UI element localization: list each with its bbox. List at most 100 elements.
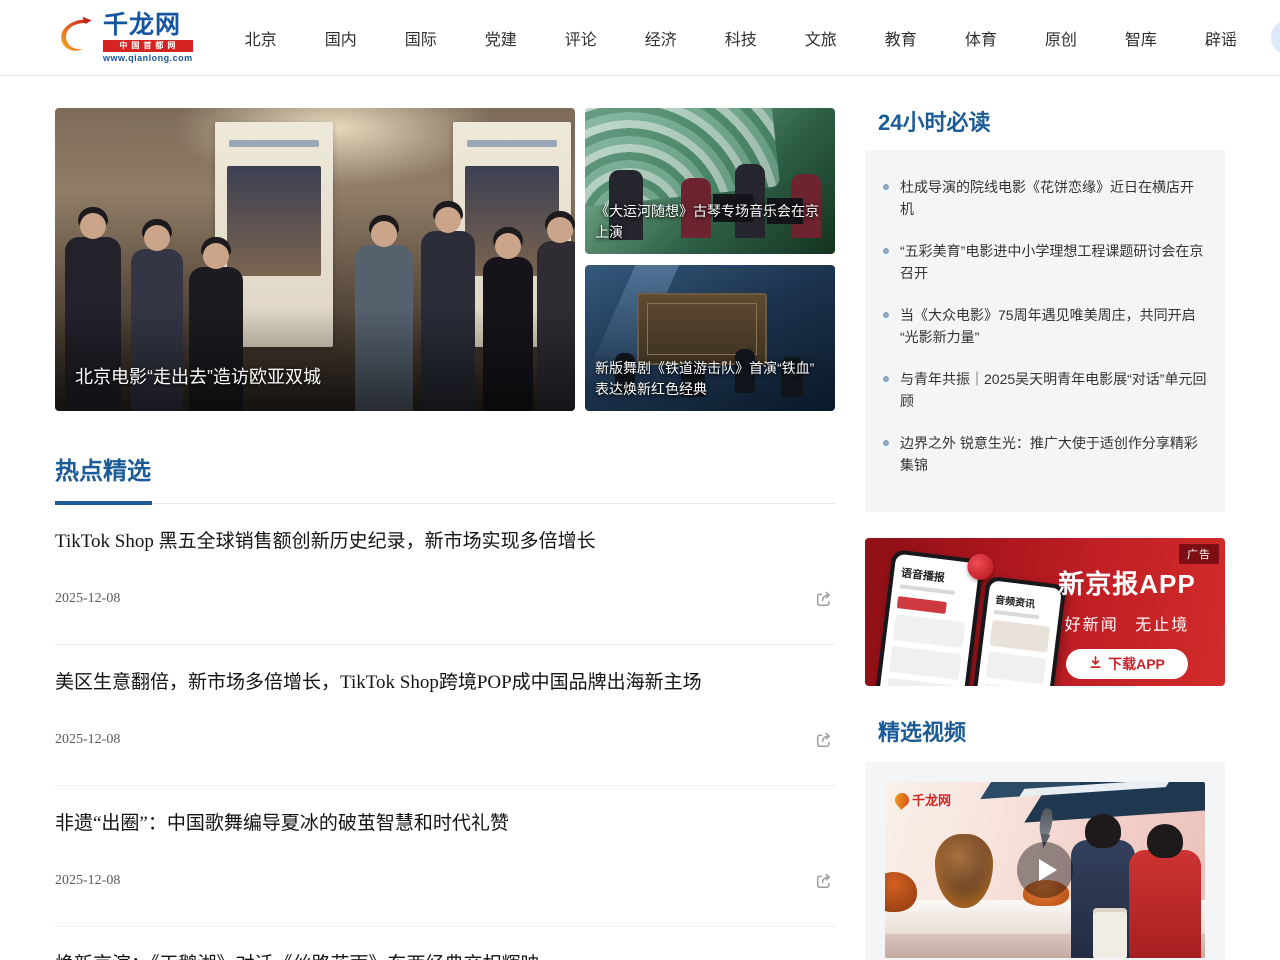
figure-silhouette <box>1129 850 1201 958</box>
nav-item-original[interactable]: 原创 <box>1029 18 1093 58</box>
must-read-item[interactable]: 当《大众电影》75周年遇见唯美周庄，共同开启“光影新力量” <box>883 304 1207 348</box>
must-read-item[interactable]: 与青年共振｜2025吴天明青年电影展“对话”单元回顾 <box>883 368 1207 412</box>
nav-item-domestic[interactable]: 国内 <box>309 18 373 58</box>
nav-item-economy[interactable]: 经济 <box>629 18 693 58</box>
news-row[interactable]: 美区生意翻倍，新市场多倍增长，TikTok Shop跨境POP成中国品牌出海新主… <box>55 645 835 786</box>
must-read-text: 边界之外 锐意生光：推广大使于适创作分享精彩集锦 <box>900 432 1207 476</box>
bullet-dot-icon <box>883 312 889 318</box>
sidebar: 24小时必读 杜成导演的院线电影《花饼恋缘》近日在横店开机 “五彩美育”电影进中… <box>865 108 1225 960</box>
ad-tag-label: 广告 <box>1179 544 1219 564</box>
hot-picks-section: 热点精选 TikTok Shop 黑五全球销售额创新历史纪录，新市场实现多倍增长… <box>55 457 835 960</box>
nav-item-culture-travel[interactable]: 文旅 <box>789 18 853 58</box>
nav-item-education[interactable]: 教育 <box>869 18 933 58</box>
must-read-item[interactable]: 杜成导演的院线电影《花饼恋缘》近日在横店开机 <box>883 176 1207 220</box>
nav-item-international[interactable]: 国际 <box>389 18 453 58</box>
logo-subtitle: 中国首都网 <box>103 40 193 52</box>
more-button[interactable]: 更多+ <box>1271 20 1280 55</box>
video-panel: 千龙网 <box>865 762 1225 960</box>
nav-item-sports[interactable]: 体育 <box>949 18 1013 58</box>
must-read-list: 杜成导演的院线电影《花饼恋缘》近日在横店开机 “五彩美育”电影进中小学理想工程课… <box>865 150 1225 512</box>
decor <box>227 166 321 276</box>
decor-phone-screen: 语音播报 <box>874 554 980 686</box>
decor <box>893 614 966 648</box>
nav-item-party[interactable]: 党建 <box>469 18 533 58</box>
dragon-logo-icon <box>55 14 99 61</box>
decor-tote-bag <box>1093 908 1127 958</box>
decor <box>467 140 557 147</box>
news-title[interactable]: 美区生意翻倍，新市场多倍增长，TikTok Shop跨境POP成中国品牌出海新主… <box>55 669 835 697</box>
thumb-caption: 《大运河随想》古琴专场音乐会在京上演 <box>585 171 835 254</box>
news-title[interactable]: TikTok Shop 黑五全球销售额创新历史纪录，新市场实现多倍增长 <box>55 528 835 556</box>
decor <box>993 610 1040 620</box>
top-nav-bar: 千龙网 中国首都网 www.qianlong.com 北京 国内 国际 党建 评… <box>0 0 1280 76</box>
nav-item-beijing[interactable]: 北京 <box>229 18 293 58</box>
video-thumbnail[interactable]: 千龙网 <box>885 782 1205 958</box>
news-date: 2025-12-08 <box>55 732 120 748</box>
site-logo[interactable]: 千龙网 中国首都网 www.qianlong.com <box>55 13 193 63</box>
download-app-button[interactable]: 下载APP <box>1066 649 1188 679</box>
news-date: 2025-12-08 <box>55 591 120 607</box>
main-column: 北京电影“走出去”造访欧亚双城 《大运河随想》古琴专场音乐会在京上演 <box>55 108 835 960</box>
bullet-dot-icon <box>883 376 889 382</box>
must-read-item[interactable]: “五彩美育”电影进中小学理想工程课题研讨会在京召开 <box>883 240 1207 284</box>
decor-phone-mockup: 语音播报 <box>870 549 984 686</box>
share-button[interactable] <box>813 870 835 892</box>
hero-main-image[interactable]: 北京电影“走出去”造访欧亚双城 <box>55 108 575 411</box>
phone-app-title: 音频资讯 <box>994 591 1053 613</box>
main-nav: 北京 国内 国际 党建 评论 经济 科技 文旅 教育 体育 原创 智库 辟谣 更… <box>221 18 1280 58</box>
download-button-label: 下载APP <box>1108 654 1165 674</box>
must-read-item[interactable]: 边界之外 锐意生光：推广大使于适创作分享精彩集锦 <box>883 432 1207 476</box>
section-title-hot-picks: 热点精选 <box>55 457 835 487</box>
section-title-must-read: 24小时必读 <box>878 110 1225 136</box>
must-read-text: 当《大众电影》75周年遇见唯美周庄，共同开启“光影新力量” <box>900 304 1207 348</box>
logo-title: 千龙网 <box>103 13 193 38</box>
share-button[interactable] <box>813 729 835 751</box>
hero-side-image-concert[interactable]: 《大运河随想》古琴专场音乐会在京上演 <box>585 108 835 254</box>
dragon-logo-icon <box>892 790 912 810</box>
decor <box>897 596 947 614</box>
nav-item-comment[interactable]: 评论 <box>549 18 613 58</box>
hero-caption: 北京电影“走出去”造访欧亚双城 <box>55 307 575 411</box>
thumb-caption: 新版舞剧《铁道游击队》首演“铁血”表达焕新红色经典 <box>585 328 835 411</box>
decor <box>889 646 962 680</box>
logo-text: 千龙网 中国首都网 www.qianlong.com <box>103 13 193 63</box>
decor <box>982 683 1043 686</box>
nav-item-tech[interactable]: 科技 <box>709 18 773 58</box>
play-icon <box>1039 859 1057 881</box>
news-meta: 2025-12-08 <box>55 588 835 610</box>
news-meta: 2025-12-08 <box>55 870 835 892</box>
nav-item-thinktank[interactable]: 智库 <box>1109 18 1173 58</box>
hero-side-image-drama[interactable]: 新版舞剧《铁道游击队》首演“铁血”表达焕新红色经典 <box>585 265 835 411</box>
bullet-dot-icon <box>883 248 889 254</box>
ad-text-block: 新京报APP 好新闻 无止境 下载APP <box>1049 564 1205 679</box>
news-title[interactable]: 焕新京演：《天鹅湖》对话《丝路花雨》东西经典交相辉映 <box>55 951 835 960</box>
bullet-dot-icon <box>883 184 889 190</box>
news-row[interactable]: TikTok Shop 黑五全球销售额创新历史纪录，新市场实现多倍增长 2025… <box>55 504 835 645</box>
ad-app-name: 新京报APP <box>1049 564 1205 601</box>
video-watermark: 千龙网 <box>895 790 951 809</box>
news-row[interactable]: 非遗“出圈”：中国歌舞编导夏冰的破茧智慧和时代礼赞 2025-12-08 <box>55 786 835 927</box>
ad-slogan: 好新闻 无止境 <box>1049 611 1205 635</box>
decor-pottery <box>935 834 993 908</box>
must-read-text: 与青年共振｜2025吴天明青年电影展“对话”单元回顾 <box>900 368 1207 412</box>
play-button[interactable] <box>1017 842 1073 898</box>
nav-item-rumor[interactable]: 辟谣 <box>1189 18 1253 58</box>
page-body: 北京电影“走出去”造访欧亚双城 《大运河随想》古琴专场音乐会在京上演 <box>0 76 1280 960</box>
share-button[interactable] <box>813 588 835 610</box>
decor <box>990 620 1051 653</box>
news-row[interactable]: 焕新京演：《天鹅湖》对话《丝路花雨》东西经典交相辉映 2025-12-08 <box>55 927 835 960</box>
section-divider <box>55 503 835 504</box>
decor <box>229 140 319 147</box>
news-title[interactable]: 非遗“出圈”：中国歌舞编导夏冰的破茧智慧和时代礼赞 <box>55 810 835 838</box>
section-title-videos: 精选视频 <box>878 720 1225 746</box>
logo-url: www.qianlong.com <box>103 54 193 63</box>
news-date: 2025-12-08 <box>55 873 120 889</box>
news-meta: 2025-12-08 <box>55 729 835 751</box>
must-read-text: 杜成导演的院线电影《花饼恋缘》近日在横店开机 <box>900 176 1207 220</box>
bullet-dot-icon <box>883 440 889 446</box>
download-icon <box>1089 656 1102 672</box>
must-read-text: “五彩美育”电影进中小学理想工程课题研讨会在京召开 <box>900 240 1207 284</box>
ad-banner[interactable]: 广告 语音播报 音频资讯 <box>865 538 1225 686</box>
watermark-text: 千龙网 <box>912 790 951 809</box>
decor <box>986 652 1047 685</box>
